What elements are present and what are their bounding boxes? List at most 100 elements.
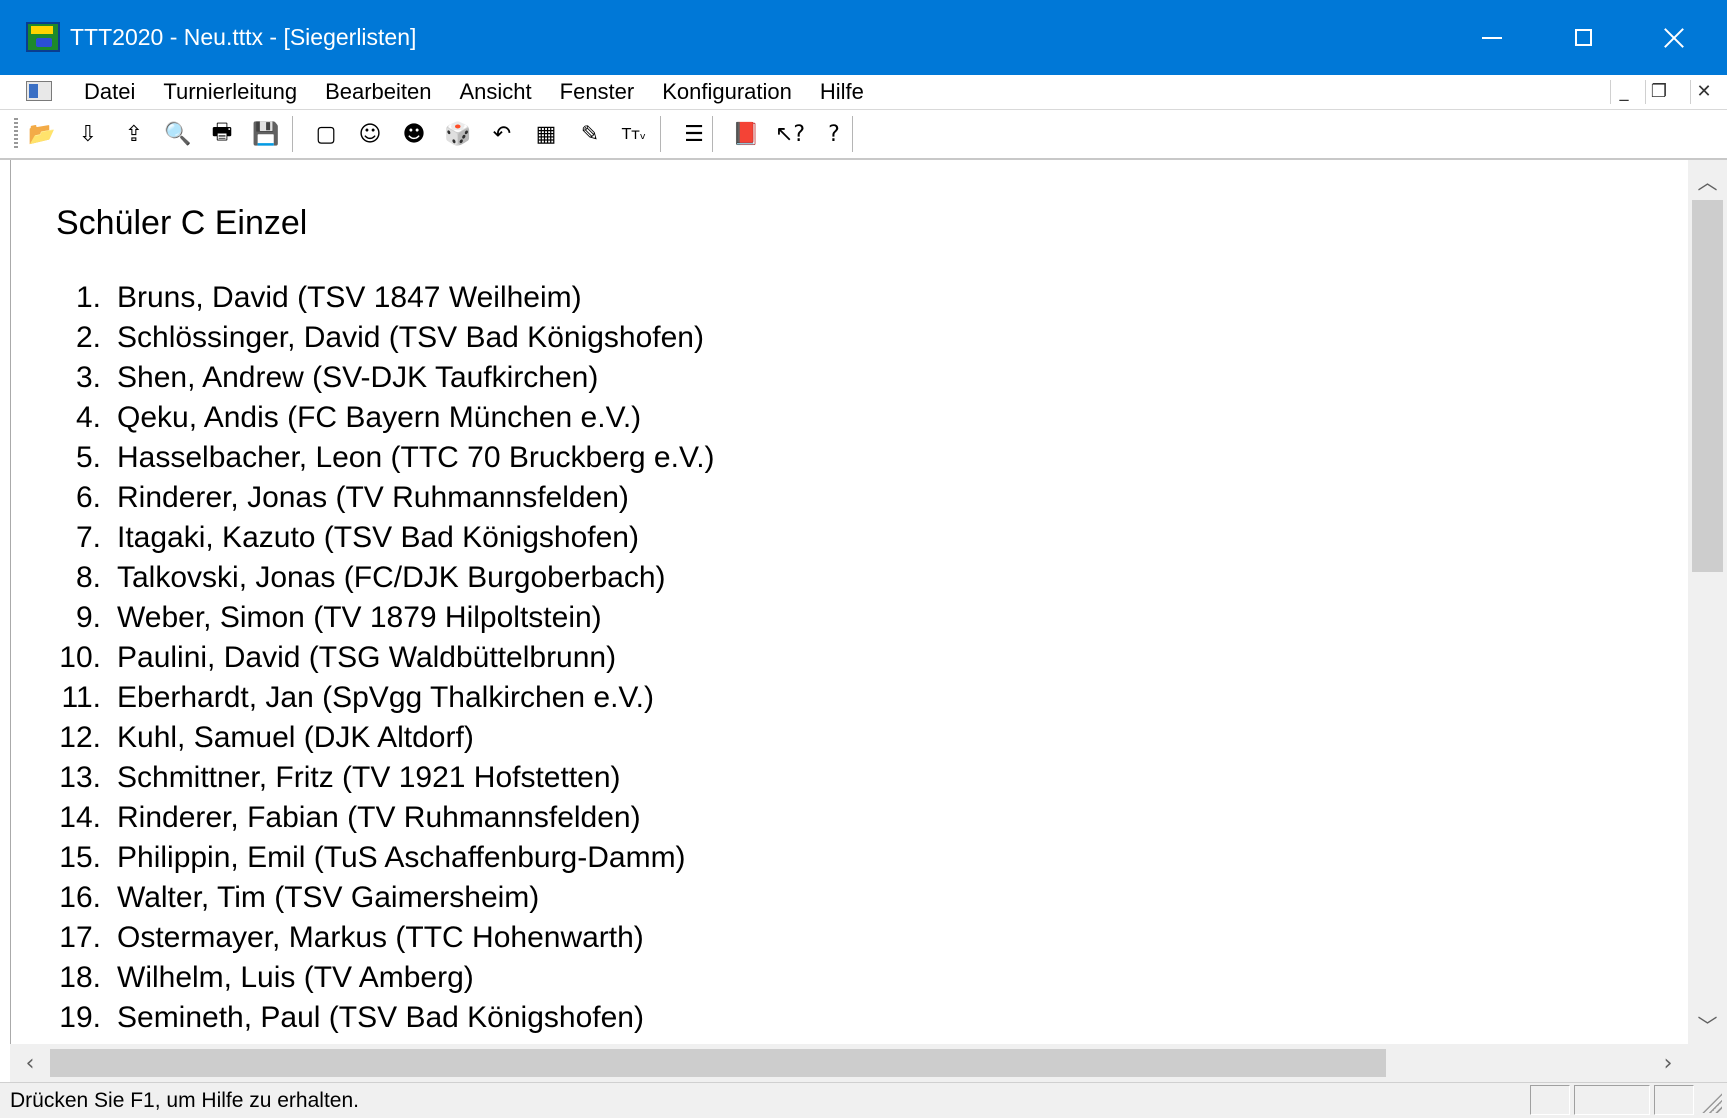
horizontal-scrollbar[interactable]: ‹ › [10,1044,1688,1082]
rank-number: 2. [75,321,101,354]
book-icon: 📕 [732,121,760,147]
menu-konfiguration[interactable]: Konfiguration [648,75,806,109]
list-heading: Schüler C Einzel [56,204,308,242]
menu-ansicht[interactable]: Ansicht [445,75,545,109]
calendar-button[interactable]: ▦ [530,118,562,150]
maximize-button[interactable] [1543,0,1623,75]
app-icon[interactable] [26,22,60,52]
list-item: 13. Schmittner, Fritz (TV 1921 Hofstetten… [11,758,715,798]
print-preview-icon: 🔍 [164,121,192,147]
close-icon [1663,27,1685,49]
player-entry: Talkovski, Jonas (FC/DJK Burgoberbach) [117,561,666,594]
chevron-down-icon: ﹀ [1697,1013,1718,1038]
status-pane-1 [1530,1085,1570,1115]
open-folder-icon: 📂 [28,121,56,147]
note-button[interactable]: ✎ [574,118,606,150]
list-button[interactable]: ☰ [678,118,710,150]
scrollbar-corner [1688,1044,1727,1082]
player-entry: Rinderer, Jonas (TV Ruhmannsfelden) [117,481,629,514]
winner-list: 1. Bruns, David (TSV 1847 Weilheim) 2. Schl… [11,278,715,1038]
list-item: 16. Walter, Tim (TSV Gaimersheim) [11,878,715,918]
dice-button[interactable]: 🎲 [442,118,474,150]
chevron-up-icon: ︿ [1697,169,1718,194]
menu-fenster[interactable]: Fenster [546,75,649,109]
player-entry: Schlössinger, David (TSV Bad Königshofen… [117,321,704,354]
menu-datei[interactable]: Datei [70,75,149,109]
window-icon: ▢ [315,121,337,147]
doubles-button[interactable]: ☻ [398,118,430,150]
status-pane-2 [1574,1085,1650,1115]
vertical-scrollbar[interactable]: ︿ ﹀ [1688,160,1727,1044]
export-button[interactable]: ⇪ [118,118,150,150]
player-entry: Walter, Tim (TSV Gaimersheim) [117,881,540,914]
rank-number: 7. [75,521,101,554]
player-entry: Hasselbacher, Leon (TTC 70 Bruckberg e.V… [117,441,715,474]
import-button[interactable]: ⇩ [72,118,104,150]
horizontal-scroll-thumb[interactable] [50,1049,1386,1077]
chevron-right-icon: › [1663,1050,1673,1076]
player-entry: Eberhardt, Jan (SpVgg Thalkirchen e.V.) [117,681,654,714]
list-item: 14. Rinderer, Fabian (TV Ruhmannsfelden) [11,798,715,838]
status-text: Drücken Sie F1, um Hilfe zu erhalten. [10,1089,359,1112]
child-restore-button[interactable]: ❐ [1645,80,1672,104]
menu-bar: Datei Turnierleitung Bearbeiten Ansicht Fens… [0,75,1727,110]
resize-grip[interactable] [1700,1091,1722,1113]
open-folder-button[interactable]: 📂 [26,118,58,150]
list-item: 19. Semineth, Paul (TSV Bad Königshofen) [11,998,715,1038]
help-button[interactable]: ? [818,118,850,150]
menu-bearbeiten[interactable]: Bearbeiten [311,75,445,109]
list-item: 7. Itagaki, Kazuto (TSV Bad Königshofen) [11,518,715,558]
list-item: 15. Philippin, Emil (TuS Aschaffenburg-Da… [11,838,715,878]
rank-number: 19. [59,1001,101,1034]
list-item: 1. Bruns, David (TSV 1847 Weilheim) [11,278,715,318]
list-icon: ☰ [684,121,704,147]
doubles-icon: ☻ [402,121,426,147]
book-button[interactable]: 📕 [730,118,762,150]
rank-number: 4. [75,401,101,434]
player-entry: Rinderer, Fabian (TV Ruhmannsfelden) [117,801,641,834]
document-window-icon[interactable] [26,81,52,101]
rank-number: 11. [61,681,101,714]
list-item: 10. Paulini, David (TSG Waldbüttelbrunn) [11,638,715,678]
player-entry: Wilhelm, Luis (TV Amberg) [117,961,474,994]
context-help-button[interactable]: ↖? [774,118,806,150]
print-icon: 🖶 [211,120,233,145]
title-bar[interactable]: TTT2020 - Neu.tttx - [Siegerlisten] [0,0,1727,75]
help-icon: ? [828,121,840,147]
player-entry: Qeku, Andis (FC Bayern München e.V.) [117,401,642,434]
list-item: 18. Wilhelm, Luis (TV Amberg) [11,958,715,998]
scroll-right-button[interactable]: › [1648,1044,1688,1082]
player-entry: Ostermayer, Markus (TTC Hohenwarth) [117,921,644,954]
arrow-button[interactable]: ↶ [486,118,518,150]
chevron-left-icon: ‹ [25,1050,35,1076]
players-button[interactable]: ☺ [354,118,386,150]
child-close-button[interactable]: ✕ [1690,80,1717,104]
vertical-scroll-thumb[interactable] [1692,200,1723,572]
menu-turnierleitung[interactable]: Turnierleitung [149,75,311,109]
rank-number: 10. [59,641,101,674]
toolbar-grip[interactable] [14,118,18,150]
print-button[interactable]: 🖶 [206,118,238,150]
document-view[interactable]: Schüler C Einzel 1. Bruns, David (TSV 184… [10,160,1689,1044]
menu-hilfe[interactable]: Hilfe [806,75,878,109]
window-title: TTT2020 - Neu.tttx - [Siegerlisten] [70,24,417,50]
save-icon: 💾 [252,121,280,147]
scroll-left-button[interactable]: ‹ [10,1044,50,1082]
scroll-up-button[interactable]: ︿ [1688,160,1727,200]
list-item: 8. Talkovski, Jonas (FC/DJK Burgoberbach) [11,558,715,598]
maximize-icon [1574,29,1592,46]
rank-number: 18. [59,961,101,994]
child-minimize-button[interactable]: _ [1610,80,1637,104]
text-size-button[interactable]: Tᴛᵥ [618,118,650,150]
scroll-down-button[interactable]: ﹀ [1688,1004,1727,1044]
list-item: 3. Shen, Andrew (SV-DJK Taufkirchen) [11,358,715,398]
dice-icon: 🎲 [444,121,472,147]
close-button[interactable] [1634,0,1714,75]
minimize-button[interactable] [1452,0,1532,75]
print-preview-button[interactable]: 🔍 [162,118,194,150]
save-button[interactable]: 💾 [250,118,282,150]
list-item: 2. Schlössinger, David (TSV Bad Königshof… [11,318,715,358]
toolbar-separator [852,116,854,152]
window-button[interactable]: ▢ [310,118,342,150]
toolbar: 📂 ⇩ ⇪ 🔍 🖶 💾 ▢ ☺ ☻ 🎲 ↶ ▦ ✎ Tᴛᵥ ☰ 📕 ↖?? [0,110,1727,160]
